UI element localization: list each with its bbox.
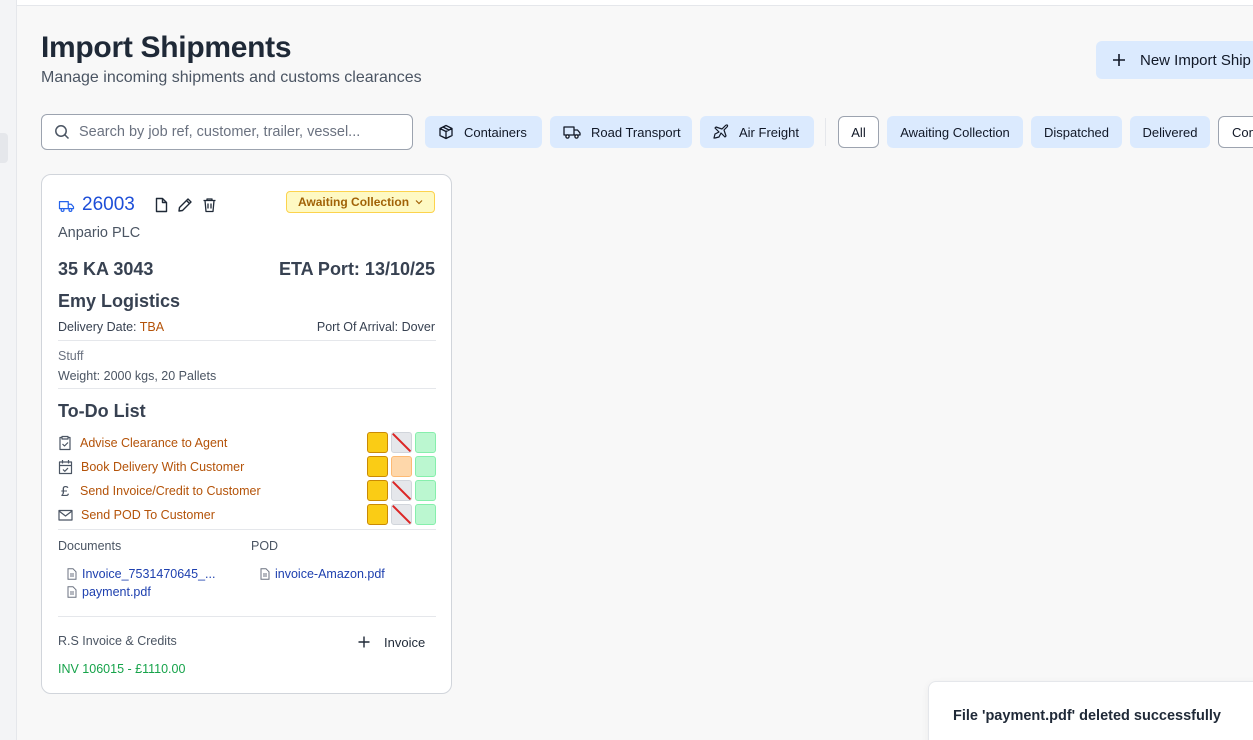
toast-notification: File 'payment.pdf' deleted successfully bbox=[928, 681, 1253, 740]
todo-label[interactable]: Send Invoice/Credit to Customer bbox=[80, 484, 261, 498]
page-subtitle: Manage incoming shipments and customs cl… bbox=[41, 69, 422, 86]
box-icon bbox=[439, 124, 453, 140]
divider bbox=[58, 388, 436, 389]
status-box-yellow[interactable] bbox=[367, 480, 388, 501]
pod-filename: invoice-Amazon.pdf bbox=[275, 567, 385, 581]
port-of-arrival-label: Port Of Arrival: bbox=[316, 320, 399, 334]
eta-port: ETA Port: 13/10/25 bbox=[278, 259, 435, 279]
port-of-arrival-value: Dover bbox=[401, 320, 435, 334]
pencil-icon[interactable] bbox=[177, 197, 193, 213]
invoices-label: R.S Invoice & Credits bbox=[58, 634, 177, 648]
todo-status-boxes bbox=[367, 504, 436, 525]
file-text-icon bbox=[260, 568, 270, 580]
toast-message: File 'payment.pdf' deleted successfully bbox=[953, 708, 1221, 724]
invoice-entry[interactable]: INV 106015 - £1110.00 bbox=[58, 662, 185, 676]
pound-icon: £ bbox=[60, 482, 70, 500]
filter-air-freight[interactable]: Air Freight bbox=[700, 116, 814, 148]
status-filter-all[interactable]: All bbox=[838, 116, 879, 148]
trailer-number: 35 KA 3043 bbox=[58, 259, 154, 279]
mail-icon bbox=[58, 509, 73, 521]
divider bbox=[58, 616, 436, 617]
truck-icon bbox=[563, 126, 581, 139]
pod-link[interactable]: invoice-Amazon.pdf bbox=[260, 567, 385, 581]
status-dropdown-label: Awaiting Collection bbox=[297, 195, 410, 209]
status-box-yellow[interactable] bbox=[367, 432, 388, 453]
calendar-check-icon bbox=[58, 460, 73, 475]
sidebar-active-indicator[interactable] bbox=[0, 133, 8, 163]
filter-road-transport-label: Road Transport bbox=[591, 124, 681, 140]
todo-label[interactable]: Book Delivery With Customer bbox=[81, 460, 244, 474]
status-box-green[interactable] bbox=[415, 432, 436, 453]
todo-status-boxes bbox=[367, 432, 436, 453]
status-filter-dispatched[interactable]: Dispatched bbox=[1031, 116, 1122, 148]
todo-title: To-Do List bbox=[58, 401, 146, 421]
document-filename: payment.pdf bbox=[82, 585, 151, 599]
haulier-name: Emy Logistics bbox=[58, 291, 181, 311]
filter-air-freight-label: Air Freight bbox=[739, 124, 799, 140]
todo-item: Book Delivery With Customer bbox=[58, 456, 436, 478]
add-invoice-button[interactable]: Invoice bbox=[358, 631, 425, 653]
job-ref-link[interactable]: 26003 bbox=[82, 194, 135, 216]
page-title: Import Shipments bbox=[41, 31, 292, 64]
status-box-green[interactable] bbox=[415, 504, 436, 525]
todo-status-boxes bbox=[367, 456, 436, 477]
plus-icon bbox=[358, 636, 370, 648]
documents-label: Documents bbox=[58, 539, 122, 553]
filter-containers[interactable]: Containers bbox=[425, 116, 542, 148]
customer-name: Anpario PLC bbox=[58, 225, 141, 241]
search-input[interactable] bbox=[79, 124, 399, 140]
search-box[interactable] bbox=[41, 114, 413, 150]
todo-label[interactable]: Advise Clearance to Agent bbox=[80, 436, 227, 450]
status-box-disabled bbox=[391, 504, 412, 525]
status-filter-awaiting-collection[interactable]: Awaiting Collection bbox=[887, 116, 1023, 148]
status-filter-completed[interactable]: Com bbox=[1218, 116, 1253, 148]
status-box-orange[interactable] bbox=[391, 456, 412, 477]
top-bar bbox=[17, 0, 1253, 6]
todo-item: Advise Clearance to Agent bbox=[58, 432, 436, 454]
status-box-disabled bbox=[391, 480, 412, 501]
trash-icon[interactable] bbox=[202, 197, 217, 213]
new-import-shipment-label: New Import Ship bbox=[1140, 51, 1251, 69]
status-box-disabled bbox=[391, 432, 412, 453]
chevron-down-icon bbox=[415, 200, 423, 205]
new-import-shipment-button[interactable]: New Import Ship bbox=[1096, 41, 1253, 79]
pod-label: POD bbox=[251, 539, 279, 553]
status-box-yellow[interactable] bbox=[367, 456, 388, 477]
status-dropdown[interactable]: Awaiting Collection bbox=[286, 191, 435, 213]
sidebar bbox=[0, 0, 17, 740]
search-icon bbox=[55, 125, 70, 140]
todo-item: £ Send Invoice/Credit to Customer bbox=[58, 480, 436, 502]
file-text-icon bbox=[67, 568, 77, 580]
plane-icon bbox=[713, 124, 729, 139]
plus-icon bbox=[1113, 54, 1125, 66]
weight-info: Weight: 2000 kgs, 20 Pallets bbox=[58, 369, 217, 383]
todo-item: Send POD To Customer bbox=[58, 504, 436, 526]
delivery-date: Delivery Date: TBA bbox=[58, 320, 164, 334]
clipboard-check-icon bbox=[59, 435, 71, 451]
file-icon[interactable] bbox=[154, 197, 169, 213]
document-filename: Invoice_7531470645_... bbox=[82, 567, 216, 581]
truck-icon bbox=[58, 201, 75, 212]
delivery-date-value: TBA bbox=[139, 320, 165, 334]
divider bbox=[58, 340, 436, 341]
todo-status-boxes bbox=[367, 480, 436, 501]
document-link[interactable]: payment.pdf bbox=[67, 585, 151, 599]
goods-description: Stuff bbox=[58, 349, 84, 363]
file-text-icon bbox=[67, 586, 77, 598]
divider bbox=[58, 529, 436, 530]
document-link[interactable]: Invoice_7531470645_... bbox=[67, 567, 215, 581]
filter-divider bbox=[825, 118, 826, 146]
port-of-arrival: Port Of Arrival: Dover bbox=[317, 320, 435, 334]
todo-label[interactable]: Send POD To Customer bbox=[81, 508, 215, 522]
shipment-card[interactable]: 26003 Awaiting Collection Anpario PLC 35… bbox=[41, 174, 452, 694]
status-box-green[interactable] bbox=[415, 456, 436, 477]
add-invoice-label: Invoice bbox=[384, 634, 426, 650]
status-box-green[interactable] bbox=[415, 480, 436, 501]
filter-road-transport[interactable]: Road Transport bbox=[550, 116, 692, 148]
status-box-yellow[interactable] bbox=[367, 504, 388, 525]
filter-containers-label: Containers bbox=[464, 124, 527, 140]
status-filter-delivered[interactable]: Delivered bbox=[1130, 116, 1210, 148]
delivery-date-label: Delivery Date: bbox=[58, 320, 137, 334]
